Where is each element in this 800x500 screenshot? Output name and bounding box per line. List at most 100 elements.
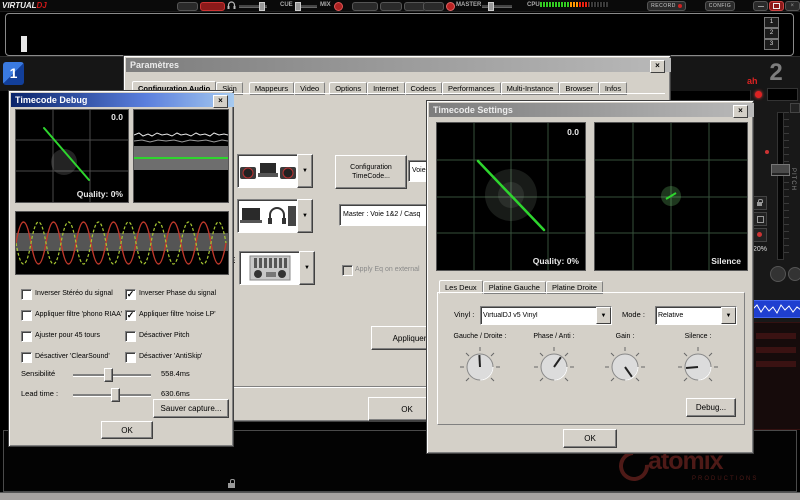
effects-panel — [752, 322, 800, 430]
eq-knob-hi[interactable] — [770, 266, 786, 282]
overlay-button-1[interactable]: 1 — [764, 17, 779, 28]
maximize-button[interactable] — [769, 1, 784, 11]
rec-dot-icon — [757, 232, 762, 237]
filtre-noise-label: Appliquer filtre 'noise LP' — [139, 311, 216, 318]
option-pill-2[interactable] — [380, 2, 402, 11]
desactiver-pitch-checkbox[interactable] — [125, 331, 136, 342]
mode-dropdown-icon[interactable]: ▼ — [721, 307, 736, 324]
overlay-button-2[interactable]: 2 — [764, 28, 779, 39]
timecode-settings-dialog: Timecode Settings × 0.0 Quality: 0% — [426, 100, 754, 454]
record-dot-icon — [678, 4, 682, 8]
filtre-noise-checkbox[interactable]: ✓ — [125, 310, 136, 321]
option-pill-1[interactable] — [352, 2, 378, 11]
overlay-button-3[interactable]: 3 — [764, 39, 779, 50]
gain-knob[interactable] — [603, 345, 647, 389]
debug-phase-scope: 0.0 Quality: 0% — [15, 109, 129, 203]
debug-ok-label: OK — [121, 426, 133, 435]
deck2-position-bar[interactable] — [752, 300, 800, 318]
input-select-arrow[interactable]: ▼ — [297, 154, 313, 188]
headphone-volume-thumb[interactable] — [259, 2, 265, 11]
output-select-arrow[interactable]: ▼ — [297, 199, 313, 233]
lock-button[interactable] — [753, 196, 767, 210]
vinyl-select[interactable]: VirtualDJ v5 Vinyl ▼ — [480, 306, 612, 325]
effect-row[interactable] — [756, 347, 796, 353]
deck1-number: 1 — [10, 65, 18, 81]
stop-button[interactable] — [753, 212, 767, 226]
scope-value: 0.0 — [567, 127, 579, 137]
desactiver-antiskip-checkbox[interactable] — [125, 352, 136, 363]
checkmark: ✓ — [127, 310, 135, 320]
settings-ok-button[interactable]: OK — [563, 429, 617, 448]
leadtime-thumb[interactable] — [111, 388, 120, 402]
pitch-slider-track[interactable] — [777, 112, 784, 260]
dropdown-icon: ▼ — [304, 265, 310, 271]
knob-label-gauche-droite: Gauche / Droite : — [444, 333, 516, 340]
gauche-droite-knob[interactable] — [458, 345, 502, 389]
logo-dj-text: DJ — [37, 1, 47, 10]
scope-silence-label: Silence — [711, 256, 741, 266]
desactiver-pitch-label: Désactiver Pitch — [139, 332, 190, 339]
parametres-titlebar[interactable]: Paramètres — [126, 58, 671, 72]
effect-row[interactable] — [756, 361, 796, 367]
configuration-timecode-button[interactable]: Configuration TimeCode... — [335, 155, 407, 189]
deck2-controls-column: PITCH 20% — [750, 90, 800, 430]
eq-knob-mid[interactable] — [788, 267, 800, 281]
inverser-phase-checkbox[interactable]: ✓ — [125, 289, 136, 300]
minimize-button[interactable] — [753, 1, 768, 11]
timecode-debug-close-button[interactable]: × — [213, 95, 228, 108]
debug-waveform-panel — [15, 211, 229, 275]
apply-eq-checkbox[interactable] — [342, 265, 353, 276]
soundcard-image — [240, 252, 300, 284]
debug-ok-button[interactable]: OK — [101, 421, 153, 439]
checkmark: ✓ — [127, 289, 135, 299]
tool-button[interactable] — [200, 2, 225, 11]
output-image-select[interactable] — [237, 199, 299, 233]
soundcard-select-arrow[interactable]: ▼ — [299, 251, 315, 285]
master-volume-thumb[interactable] — [488, 2, 494, 11]
configuration-timecode-line2: TimeCode... — [352, 172, 390, 181]
sensibilite-thumb[interactable] — [104, 368, 113, 382]
silence-knob[interactable] — [676, 345, 720, 389]
cue-mix-thumb[interactable] — [295, 2, 301, 11]
record-button[interactable]: RECORD — [647, 1, 686, 11]
pitch-slider-handle[interactable] — [771, 164, 790, 176]
ajuster-45-checkbox[interactable] — [21, 331, 32, 342]
option-pill-4[interactable] — [423, 2, 444, 11]
timecode-debug-titlebar[interactable]: Timecode Debug — [11, 93, 234, 107]
cpu-meter — [540, 2, 608, 7]
filtre-riaa-checkbox[interactable] — [21, 310, 32, 321]
parametres-close-button[interactable]: × — [650, 60, 665, 73]
timecode-settings-close-button[interactable]: × — [733, 105, 748, 118]
pitch-minus-button[interactable] — [790, 103, 800, 113]
vinyl-dropdown-icon[interactable]: ▼ — [596, 307, 611, 324]
master-label: MASTER — [456, 2, 481, 8]
master-volume-slider[interactable] — [482, 5, 512, 8]
inverser-stereo-checkbox[interactable] — [21, 289, 32, 300]
phase-anti-knob[interactable] — [532, 345, 576, 389]
input-image-select[interactable] — [237, 154, 299, 188]
mode-select[interactable]: Relative ▼ — [655, 306, 737, 325]
config-button[interactable]: CONFIG — [705, 1, 735, 11]
logo-virtual-text: VIRTUAL — [2, 1, 37, 10]
rec-cue-button[interactable] — [753, 228, 767, 242]
inverser-stereo-label: Inverser Stéréo du signal — [35, 290, 113, 297]
cue-knob-icon[interactable] — [334, 2, 343, 11]
sauver-capture-button[interactable]: Sauver capture... — [153, 399, 229, 418]
effect-row[interactable] — [756, 333, 796, 339]
debug-button[interactable]: Debug... — [686, 398, 736, 417]
vinyl-value: VirtualDJ v5 Vinyl — [481, 312, 596, 319]
timecode-settings-titlebar[interactable]: Timecode Settings — [429, 103, 754, 117]
virtualdj-app: VIRTUALDJ CUE MIX MASTER CPU RECORD CONF… — [0, 0, 800, 500]
knob-label-silence: Silence : — [666, 333, 730, 340]
waveform-display: 1 2 3 — [5, 13, 794, 56]
desactiver-clearsound-label: Désactiver 'ClearSound' — [35, 353, 110, 360]
deck2-badge: 2 — [762, 59, 790, 87]
close-app-button[interactable]: × — [785, 1, 800, 11]
parametres-title: Paramètres — [130, 60, 179, 70]
net-button[interactable] — [177, 2, 198, 11]
mode-label: Mode : — [622, 310, 645, 319]
padlock-shackle — [230, 479, 235, 484]
desactiver-clearsound-checkbox[interactable] — [21, 352, 32, 363]
soundcard-image-select[interactable] — [239, 251, 301, 285]
desactiver-antiskip-label: Désactiver 'AntiSkip' — [139, 353, 202, 360]
